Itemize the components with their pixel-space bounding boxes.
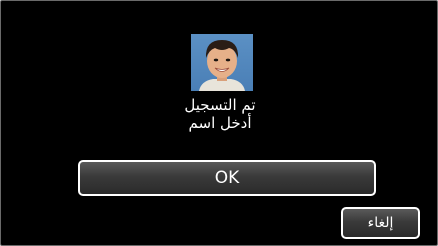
registration-dialog: تم التسجيل أدخل اسم OK إلغاء [0,0,438,246]
registered-message: تم التسجيل [184,96,256,114]
ok-button[interactable]: OK [78,160,376,196]
cancel-button[interactable]: إلغاء [341,207,420,239]
enter-name-message: أدخل اسم [188,114,252,132]
face-photo-thumbnail [191,34,253,91]
